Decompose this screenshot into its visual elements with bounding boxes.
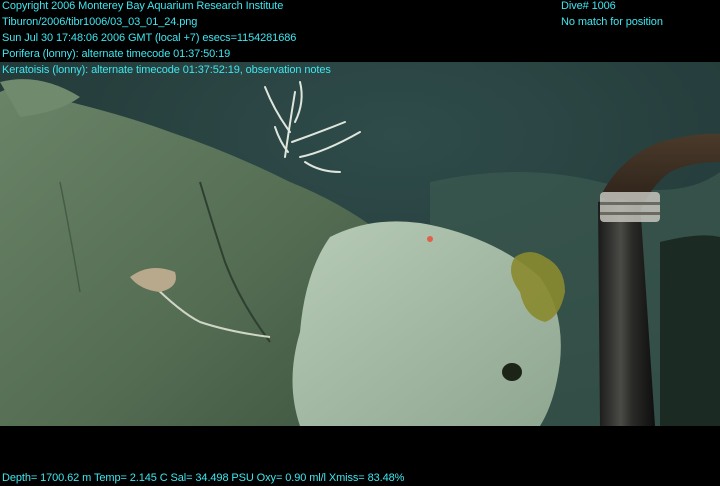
arm-clamp [600, 192, 660, 222]
dive-number: Dive# 1006 [561, 0, 616, 12]
video-frame: Copyright 2006 Monterey Bay Aquarium Res… [0, 0, 720, 486]
telemetry-text: Depth= 1700.62 m Temp= 2.145 C Sal= 34.4… [2, 472, 405, 484]
porifera-note: Porifera (lonny): alternate timecode 01:… [2, 48, 231, 60]
keratoisis-note: Keratoisis (lonny): alternate timecode 0… [2, 64, 331, 76]
seafloor-image [0, 62, 720, 426]
file-path-text: Tiburon/2006/tibr1006/03_03_01_24.png [2, 16, 198, 28]
copyright-text: Copyright 2006 Monterey Bay Aquarium Res… [2, 0, 284, 12]
laser-dot [427, 236, 433, 242]
rov-body-shadow [660, 235, 720, 426]
clamp-band [600, 202, 660, 205]
datetime-text: Sun Jul 30 17:48:06 2006 GMT (local +7) … [2, 32, 297, 44]
sponge-osculum [502, 363, 522, 381]
clamp-band [600, 212, 660, 215]
position-status: No match for position [561, 16, 663, 28]
underwater-scene [0, 62, 720, 426]
